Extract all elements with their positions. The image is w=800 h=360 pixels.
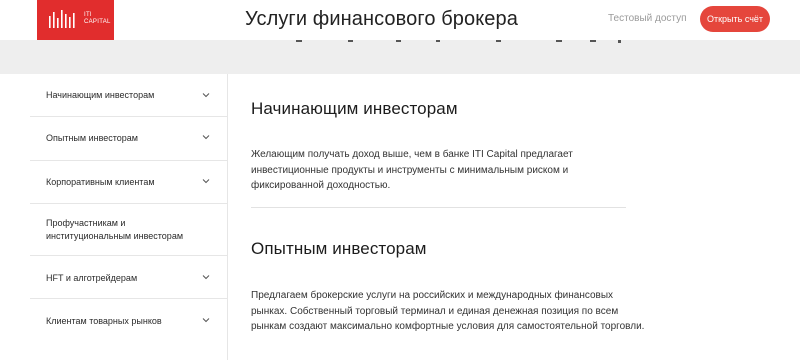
chevron-down-icon — [202, 275, 210, 280]
sidebar-item-hft[interactable]: HFT и алготрейдерам — [30, 256, 228, 299]
section-text-beginners: Желающим получать доход выше, чем в банк… — [251, 149, 573, 191]
page-title: Услуги финансового брокера — [245, 8, 518, 30]
site-header: ITI CAPITAL Услуги финансового брокера Т… — [0, 0, 800, 40]
open-account-button[interactable]: Открыть счёт — [700, 6, 770, 32]
sidebar-item-experienced[interactable]: Опытным инвесторам — [30, 117, 228, 161]
logo-bars-icon — [49, 10, 75, 28]
main-content: Начинающим инвесторам Желающим получать … — [228, 74, 800, 360]
iti-capital-logo[interactable]: ITI CAPITAL — [37, 0, 114, 40]
sidebar-item-label: Опытным инвесторам — [46, 133, 138, 143]
services-sidebar: Начинающим инвесторам Опытным инвесторам… — [30, 74, 228, 360]
sidebar-item-beginners[interactable]: Начинающим инвесторам — [30, 74, 228, 117]
demo-access-link[interactable]: Тестовый доступ — [608, 13, 687, 24]
chevron-down-icon — [202, 93, 210, 98]
sidebar-item-label: Клиентам товарных рынков — [46, 316, 162, 326]
sidebar-item-label: Корпоративным клиентам — [46, 177, 155, 187]
sidebar-item-corporate[interactable]: Корпоративным клиентам — [30, 161, 228, 204]
sidebar-item-label: HFT и алготрейдерам — [46, 273, 138, 283]
chevron-down-icon — [202, 318, 210, 323]
clipped-text-fragment — [296, 40, 621, 43]
section-divider — [251, 207, 626, 208]
sidebar-item-commodity[interactable]: Клиентам товарных рынков — [30, 299, 228, 343]
logo-text-iti: ITI — [84, 12, 92, 18]
chevron-down-icon — [202, 179, 210, 184]
sidebar-item-label: Профучастникам и институциональным инвес… — [46, 218, 184, 241]
header-band — [0, 40, 800, 74]
section-text-experienced: Предлагаем брокерские услуги на российск… — [251, 290, 645, 332]
section-title-experienced: Опытным инвесторам — [251, 239, 427, 258]
logo-text-capital: CAPITAL — [84, 19, 111, 25]
logo-text: ITI CAPITAL — [84, 12, 111, 26]
sidebar-item-label: Начинающим инвесторам — [46, 90, 155, 100]
chevron-down-icon — [202, 135, 210, 140]
section-title-beginners: Начинающим инвесторам — [251, 99, 458, 118]
sidebar-item-institutional[interactable]: Профучастникам и институциональным инвес… — [30, 204, 228, 256]
